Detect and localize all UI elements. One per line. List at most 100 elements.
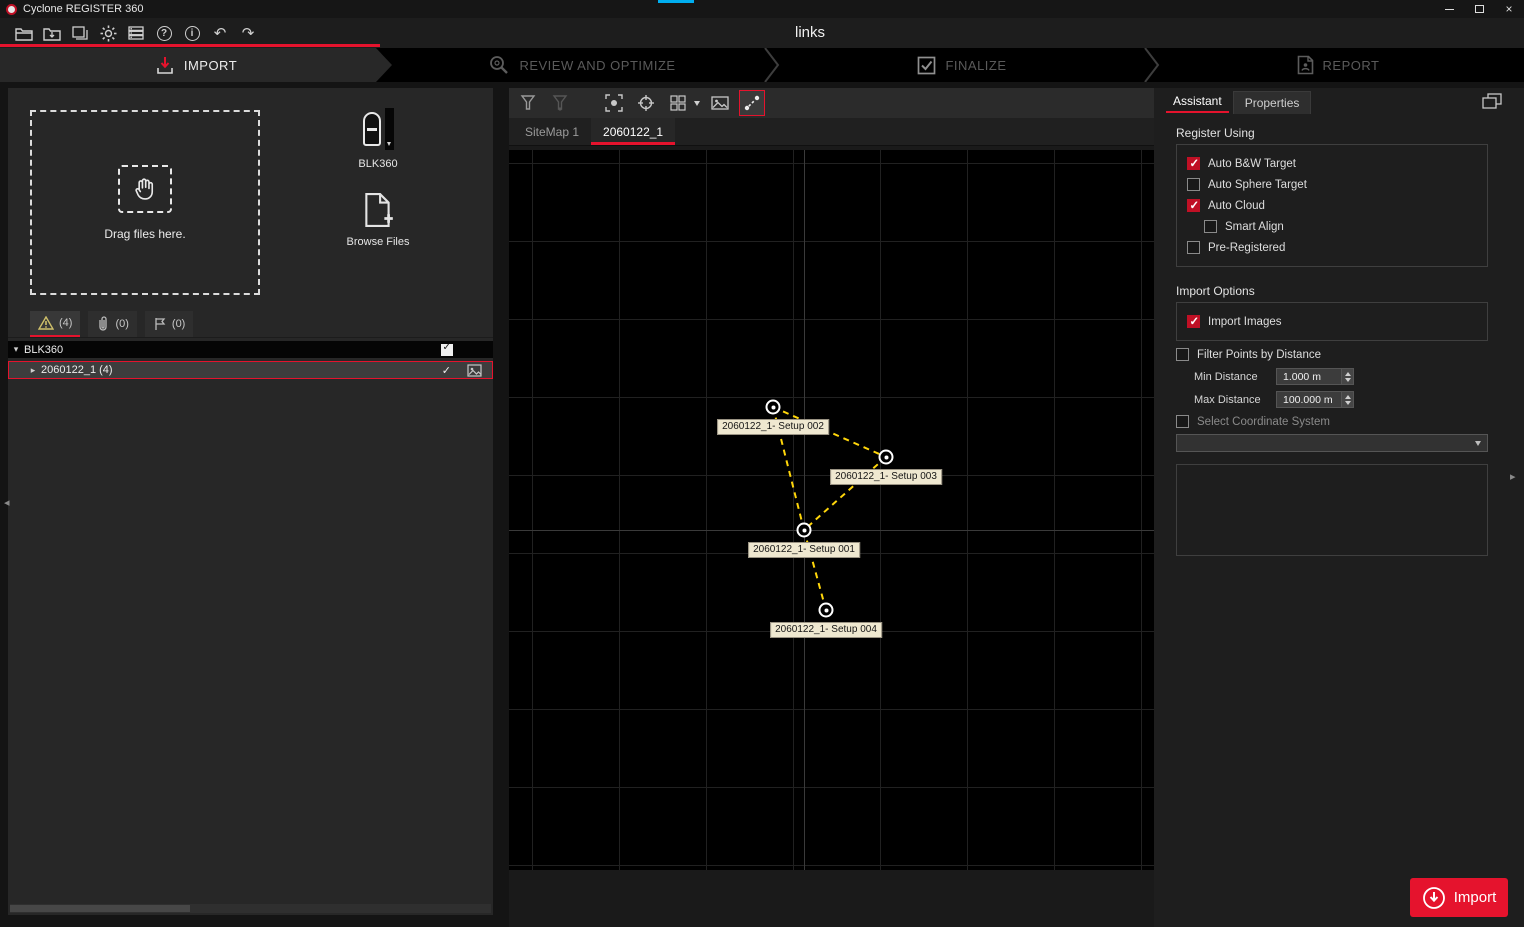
auto-cloud-tool[interactable] <box>601 90 627 116</box>
spin-up-icon[interactable] <box>1345 372 1351 376</box>
finalize-step-icon <box>917 56 936 75</box>
tab-properties[interactable]: Properties <box>1233 91 1312 114</box>
workflow-step-label: FINALIZE <box>945 58 1006 73</box>
filter-points-checkbox[interactable] <box>1176 348 1189 361</box>
spin-up-icon[interactable] <box>1345 395 1351 399</box>
coordinate-system-checkbox[interactable] <box>1176 415 1189 428</box>
pano-image-icon[interactable] <box>467 364 482 377</box>
grid-tool[interactable] <box>665 90 691 116</box>
workflow-step-report[interactable]: REPORT <box>1152 48 1524 82</box>
info-button[interactable]: i <box>178 20 206 46</box>
drag-hand-box <box>118 165 172 213</box>
setup-link-line[interactable] <box>804 457 886 530</box>
setup-node[interactable] <box>797 523 812 538</box>
auto-sphere-target-checkbox[interactable] <box>1187 178 1200 191</box>
sitemap-toolbar <box>509 88 1154 118</box>
panel-layout-button[interactable] <box>1482 93 1502 109</box>
workflow-step-import[interactable]: IMPORT <box>0 48 392 82</box>
help-button[interactable]: ? <box>150 20 178 46</box>
tree-row-dataset[interactable]: ▸ 2060122_1 (4) ✓ <box>8 361 493 379</box>
spin-down-icon[interactable] <box>1345 378 1351 382</box>
workflow-bar: IMPORT REVIEW AND OPTIMIZE FINALIZE REPO… <box>0 48 1524 82</box>
option-filter-points[interactable]: Filter Points by Distance <box>1176 344 1488 365</box>
collapse-right-panel-arrow[interactable]: ▸ <box>1510 470 1516 483</box>
import-images-checkbox[interactable] <box>1187 315 1200 328</box>
tab-issues[interactable]: (4) <box>30 311 80 337</box>
blk360-checkbox[interactable] <box>441 344 453 356</box>
save-folder-icon <box>43 26 61 41</box>
minimize-icon <box>1445 9 1454 10</box>
horizontal-scrollbar[interactable] <box>10 904 491 913</box>
scan-position-tool[interactable] <box>515 90 541 116</box>
report-step-icon <box>1297 55 1314 75</box>
setup-node[interactable] <box>766 400 781 415</box>
grid-dropdown-button[interactable] <box>692 90 701 116</box>
import-images-group: Import Images <box>1176 302 1488 341</box>
setup-node[interactable] <box>819 603 834 618</box>
links-view-tool[interactable] <box>739 90 765 116</box>
workflow-step-label: REVIEW AND OPTIMIZE <box>519 58 675 73</box>
tab-annotations[interactable]: (0) <box>145 311 193 337</box>
undo-button[interactable]: ↶ <box>206 20 234 46</box>
pre-registered-label: Pre-Registered <box>1208 242 1285 254</box>
pre-registered-checkbox[interactable] <box>1187 241 1200 254</box>
scan-position-alt-tool[interactable] <box>547 90 573 116</box>
collapse-caret-icon[interactable]: ▾ <box>8 344 24 355</box>
sitemap-canvas[interactable]: 2060122_1- Setup 0022060122_1- Setup 003… <box>509 150 1154 870</box>
min-distance-input[interactable]: 1.000 m <box>1276 368 1342 385</box>
auto-cloud-label: Auto Cloud <box>1208 200 1265 212</box>
option-pre-registered[interactable]: Pre-Registered <box>1187 237 1477 258</box>
images-tool[interactable] <box>707 90 733 116</box>
max-distance-spinner[interactable] <box>1342 391 1354 408</box>
redo-button[interactable]: ↷ <box>234 20 262 46</box>
maximize-button[interactable] <box>1464 0 1494 18</box>
min-distance-row: Min Distance 1.000 m <box>1176 365 1488 388</box>
sitemap-panel: SiteMap 1 2060122_1 2060122_1- Setup 002… <box>509 88 1154 927</box>
option-auto-bw-target[interactable]: Auto B&W Target <box>1187 153 1477 174</box>
tab-attachments[interactable]: (0) <box>88 311 136 337</box>
tree-row-blk360[interactable]: ▾ BLK360 <box>8 341 493 358</box>
option-auto-cloud[interactable]: Auto Cloud <box>1187 195 1477 216</box>
flag-icon <box>153 317 167 331</box>
auto-bw-target-checkbox[interactable] <box>1187 157 1200 170</box>
coordinate-system-dropdown[interactable] <box>1176 434 1488 452</box>
blk360-device-button[interactable] <box>363 108 394 152</box>
setup-label: 2060122_1- Setup 004 <box>770 622 882 638</box>
workflow-step-review[interactable]: REVIEW AND OPTIMIZE <box>392 48 772 82</box>
project-manager-button[interactable] <box>66 20 94 46</box>
expand-caret-icon[interactable]: ▸ <box>25 365 41 376</box>
dataset-check-icon[interactable]: ✓ <box>442 364 451 377</box>
minimize-button[interactable] <box>1434 0 1464 18</box>
save-project-button[interactable] <box>38 20 66 46</box>
workflow-separator <box>764 48 780 82</box>
max-distance-input[interactable]: 100.000 m <box>1276 391 1342 408</box>
browse-files-button[interactable]: Browse Files <box>347 192 410 248</box>
close-icon: × <box>1505 2 1512 16</box>
spin-down-icon[interactable] <box>1345 401 1351 405</box>
scan-position-alt-icon <box>551 94 569 112</box>
tab-dataset[interactable]: 2060122_1 <box>591 118 675 145</box>
workflow-step-finalize[interactable]: FINALIZE <box>772 48 1152 82</box>
option-smart-align[interactable]: Smart Align <box>1187 216 1477 237</box>
min-distance-spinner[interactable] <box>1342 368 1354 385</box>
scrollbar-thumb[interactable] <box>10 905 190 912</box>
import-button[interactable]: Import <box>1410 878 1508 917</box>
smart-align-checkbox[interactable] <box>1204 220 1217 233</box>
setup-node[interactable] <box>879 450 894 465</box>
file-dropzone[interactable]: Drag files here. <box>30 110 260 295</box>
open-project-button[interactable] <box>10 20 38 46</box>
tab-assistant[interactable]: Assistant <box>1162 88 1233 114</box>
blk360-dropdown-strip[interactable] <box>385 108 394 150</box>
option-auto-sphere-target[interactable]: Auto Sphere Target <box>1187 174 1477 195</box>
collapse-left-panel-arrow[interactable]: ◂ <box>4 496 10 509</box>
option-coordinate-system[interactable]: Select Coordinate System <box>1176 411 1488 432</box>
storage-button[interactable] <box>122 20 150 46</box>
tree-row-label: BLK360 <box>24 344 63 356</box>
option-import-images[interactable]: Import Images <box>1187 311 1477 332</box>
blk360-device-icon <box>363 112 381 146</box>
auto-cloud-checkbox[interactable] <box>1187 199 1200 212</box>
close-button[interactable]: × <box>1494 0 1524 18</box>
tab-sitemap-1[interactable]: SiteMap 1 <box>513 118 591 145</box>
target-tool[interactable] <box>633 90 659 116</box>
settings-button[interactable] <box>94 20 122 46</box>
